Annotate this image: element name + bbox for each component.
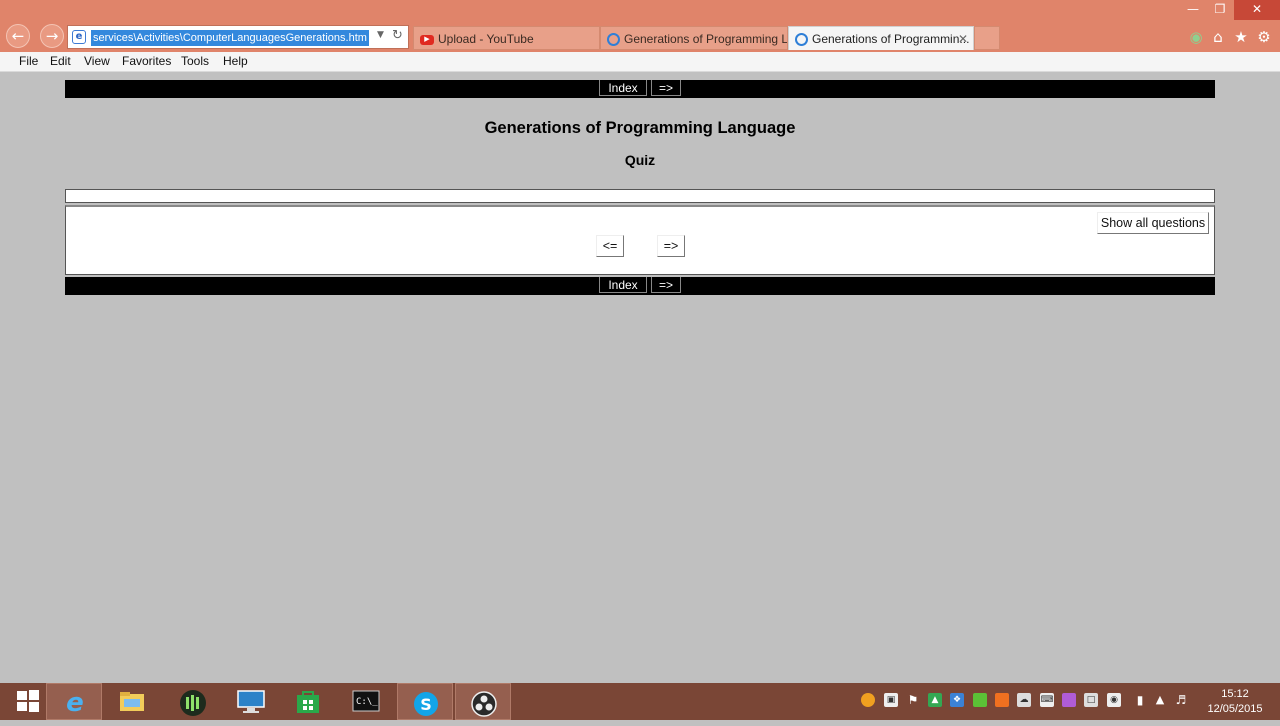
ie-page-icon	[607, 33, 620, 47]
taskbar-file-explorer[interactable]	[104, 683, 160, 720]
bottom-navbar: Index =>	[65, 277, 1215, 295]
new-tab-button[interactable]	[974, 26, 1000, 50]
menu-edit[interactable]: Edit	[50, 54, 71, 68]
restore-button[interactable]: ❐	[1206, 0, 1234, 20]
menu-view[interactable]: View	[84, 54, 110, 68]
forward-arrow-icon: →	[45, 27, 59, 45]
taskbar-remote-desktop[interactable]	[222, 683, 278, 720]
page-title: Generations of Programming Language	[484, 119, 796, 137]
ie-page-icon	[795, 33, 808, 47]
index-link[interactable]: Index	[599, 80, 647, 96]
battery-icon[interactable]: ▮	[1133, 693, 1147, 707]
taskbar-internet-explorer[interactable]: e	[46, 683, 102, 720]
menu-favorites[interactable]: Favorites	[122, 54, 171, 68]
action-center-flag-icon[interactable]: ⚑	[906, 693, 920, 707]
address-dropdown-icon[interactable]: ▼	[377, 30, 384, 40]
dropbox-icon[interactable]: ❖	[950, 693, 964, 707]
tray-orange-app-icon[interactable]	[995, 693, 1009, 707]
tray-app-icon[interactable]	[861, 693, 875, 707]
taskbar-skype[interactable]: S	[397, 683, 453, 720]
tray-camera-icon[interactable]: ◉	[1107, 693, 1121, 707]
back-button[interactable]: ←	[6, 24, 30, 48]
tab-label: Generations of Programmin...	[812, 32, 970, 46]
compat-view-icon[interactable]: ◉	[1187, 28, 1205, 46]
next-page-link[interactable]: =>	[651, 277, 681, 293]
skype-icon: S	[412, 690, 440, 716]
favorites-star-icon[interactable]: ★	[1232, 28, 1250, 46]
top-navbar: Index =>	[65, 80, 1215, 98]
menu-bar: File Edit View Favorites Tools Help	[0, 52, 1280, 72]
quiz-panel: Show all questions <= =>	[65, 205, 1215, 275]
tray-keyboard-icon[interactable]: ⌨	[1040, 693, 1054, 707]
menu-file[interactable]: File	[19, 54, 38, 68]
address-url[interactable]: services\Activities\ComputerLanguagesGen…	[91, 30, 369, 46]
browser-titlebar: ← → e services\Activities\ComputerLangua…	[0, 0, 1280, 52]
taskbar-media-app[interactable]	[165, 683, 221, 720]
wifi-signal-icon[interactable]: ▲	[1153, 693, 1167, 707]
tab-generations-active[interactable]: Generations of Programmin... ✕	[788, 26, 974, 50]
close-window-button[interactable]: ✕	[1234, 0, 1280, 20]
taskbar-obs[interactable]	[455, 683, 511, 720]
file-explorer-icon	[118, 689, 146, 715]
command-prompt-icon: C:\_	[352, 689, 380, 715]
remote-desktop-icon	[236, 689, 265, 715]
tray-purple-app-icon[interactable]	[1062, 693, 1076, 707]
tray-green-app-icon[interactable]	[973, 693, 987, 707]
back-arrow-icon: ←	[11, 27, 25, 45]
refresh-icon[interactable]: ↻	[392, 28, 403, 43]
next-page-link[interactable]: =>	[651, 80, 681, 96]
next-question-button[interactable]: =>	[657, 235, 685, 257]
settings-gear-icon[interactable]: ⚙	[1255, 28, 1273, 46]
page-subtitle: Quiz	[624, 152, 656, 168]
tab-label: Generations of Programming L...	[624, 32, 788, 46]
taskbar-store[interactable]	[280, 683, 336, 720]
show-all-questions-button[interactable]: Show all questions	[1097, 212, 1209, 234]
previous-question-button[interactable]: <=	[596, 235, 624, 257]
tray-screen-icon[interactable]: □	[1084, 693, 1098, 707]
quiz-header-box	[65, 189, 1215, 203]
menu-tools[interactable]: Tools	[181, 54, 209, 68]
google-drive-icon[interactable]: ▲	[928, 693, 942, 707]
taskbar-clock[interactable]: 15:12 12/05/2015	[1200, 687, 1270, 717]
obs-icon	[470, 690, 498, 717]
svg-text:S: S	[420, 695, 432, 714]
clock-time: 15:12	[1221, 688, 1249, 700]
close-tab-icon[interactable]: ✕	[958, 27, 968, 50]
taskbar-command-prompt[interactable]: C:\_	[338, 683, 394, 720]
windows-start-icon	[14, 689, 42, 715]
menu-help[interactable]: Help	[223, 54, 248, 68]
tray-network-drive-icon[interactable]: ▣	[884, 693, 898, 707]
clock-date: 12/05/2015	[1207, 703, 1263, 715]
forward-button[interactable]: →	[40, 24, 64, 48]
home-icon[interactable]: ⌂	[1209, 28, 1227, 46]
internet-explorer-icon: e	[66, 688, 84, 718]
tab-generations-1[interactable]: Generations of Programming L...	[600, 26, 788, 50]
tab-label: Upload - YouTube	[438, 32, 534, 46]
tab-upload-youtube[interactable]: ▶ Upload - YouTube	[413, 26, 600, 50]
volume-icon[interactable]: ♬	[1174, 693, 1188, 707]
svg-text:C:\_: C:\_	[356, 697, 378, 707]
minimize-button[interactable]: —	[1180, 0, 1206, 20]
address-bar[interactable]: e services\Activities\ComputerLanguagesG…	[67, 25, 409, 49]
index-link[interactable]: Index	[599, 277, 647, 293]
tray-cloud-icon[interactable]: ☁	[1017, 693, 1031, 707]
media-app-icon	[179, 689, 207, 716]
ie-page-icon: e	[72, 30, 86, 44]
youtube-icon: ▶	[420, 34, 434, 45]
store-icon	[294, 689, 322, 715]
